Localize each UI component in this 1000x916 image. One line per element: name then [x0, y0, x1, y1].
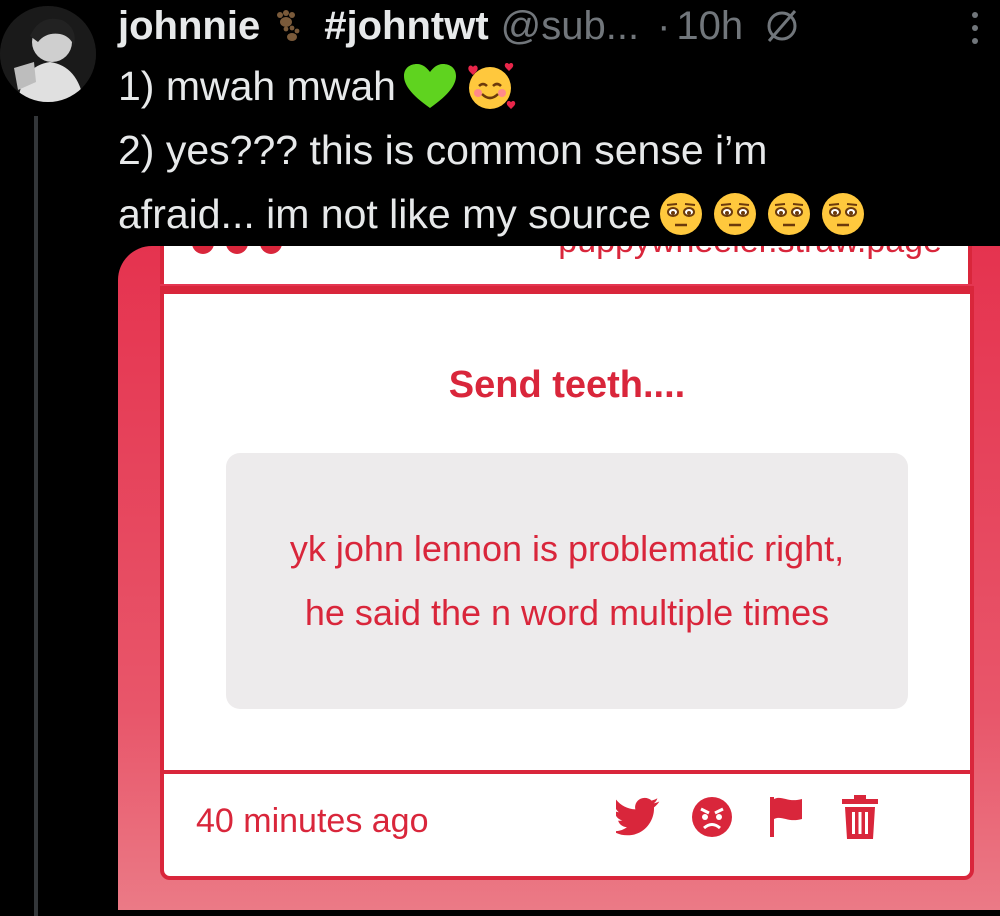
question-timestamp: 40 minutes ago	[196, 802, 429, 840]
angry-face-icon[interactable]	[690, 795, 734, 839]
tweet-line-3: afraid... im not like my source	[118, 191, 652, 237]
flag-icon[interactable]	[764, 795, 808, 839]
tweet-header: johnnie #johntwt @sub... · 10h	[118, 2, 801, 50]
pleading-face-icon	[819, 190, 867, 238]
hashtag[interactable]: #johntwt	[324, 4, 488, 49]
divider	[164, 770, 970, 774]
question-panel: Send teeth.... yk john lennon is problem…	[160, 286, 974, 880]
more-options-icon[interactable]	[960, 8, 990, 48]
separator-dot: ·	[657, 3, 671, 48]
paw-prints-icon	[270, 9, 304, 43]
pleading-face-icon	[711, 190, 759, 238]
pleading-face-icon	[765, 190, 813, 238]
smiling-face-with-hearts-icon	[464, 60, 516, 112]
question-box: yk john lennon is problematic right, he …	[226, 453, 908, 709]
attached-image[interactable]: puppywheeler.straw.page Send teeth.... y…	[118, 246, 1000, 910]
green-heart-icon	[402, 62, 458, 110]
thread-line	[34, 116, 38, 916]
tweet-line-1: 1) mwah mwah	[118, 63, 396, 109]
window-dots	[192, 246, 282, 254]
circle-slash-icon	[763, 7, 801, 45]
user-handle[interactable]: @sub...	[501, 4, 639, 49]
action-icons	[616, 795, 882, 839]
trash-icon[interactable]	[838, 795, 882, 839]
twitter-bird-icon[interactable]	[616, 795, 660, 839]
question-text: yk john lennon is problematic right, he …	[289, 528, 845, 633]
tweet-line-2: 2) yes??? this is common sense i’m	[118, 127, 768, 173]
prompt-title: Send teeth....	[448, 364, 686, 406]
browser-top-strip: puppywheeler.straw.page	[160, 246, 972, 284]
display-name[interactable]: johnnie	[118, 4, 260, 49]
tweet-text: 1) mwah mwah 2) yes??? this is common se…	[118, 54, 978, 246]
site-url: puppywheeler.straw.page	[558, 246, 942, 261]
pleading-face-icon	[657, 190, 705, 238]
avatar[interactable]	[0, 6, 96, 102]
timestamp[interactable]: 10h	[676, 4, 743, 49]
